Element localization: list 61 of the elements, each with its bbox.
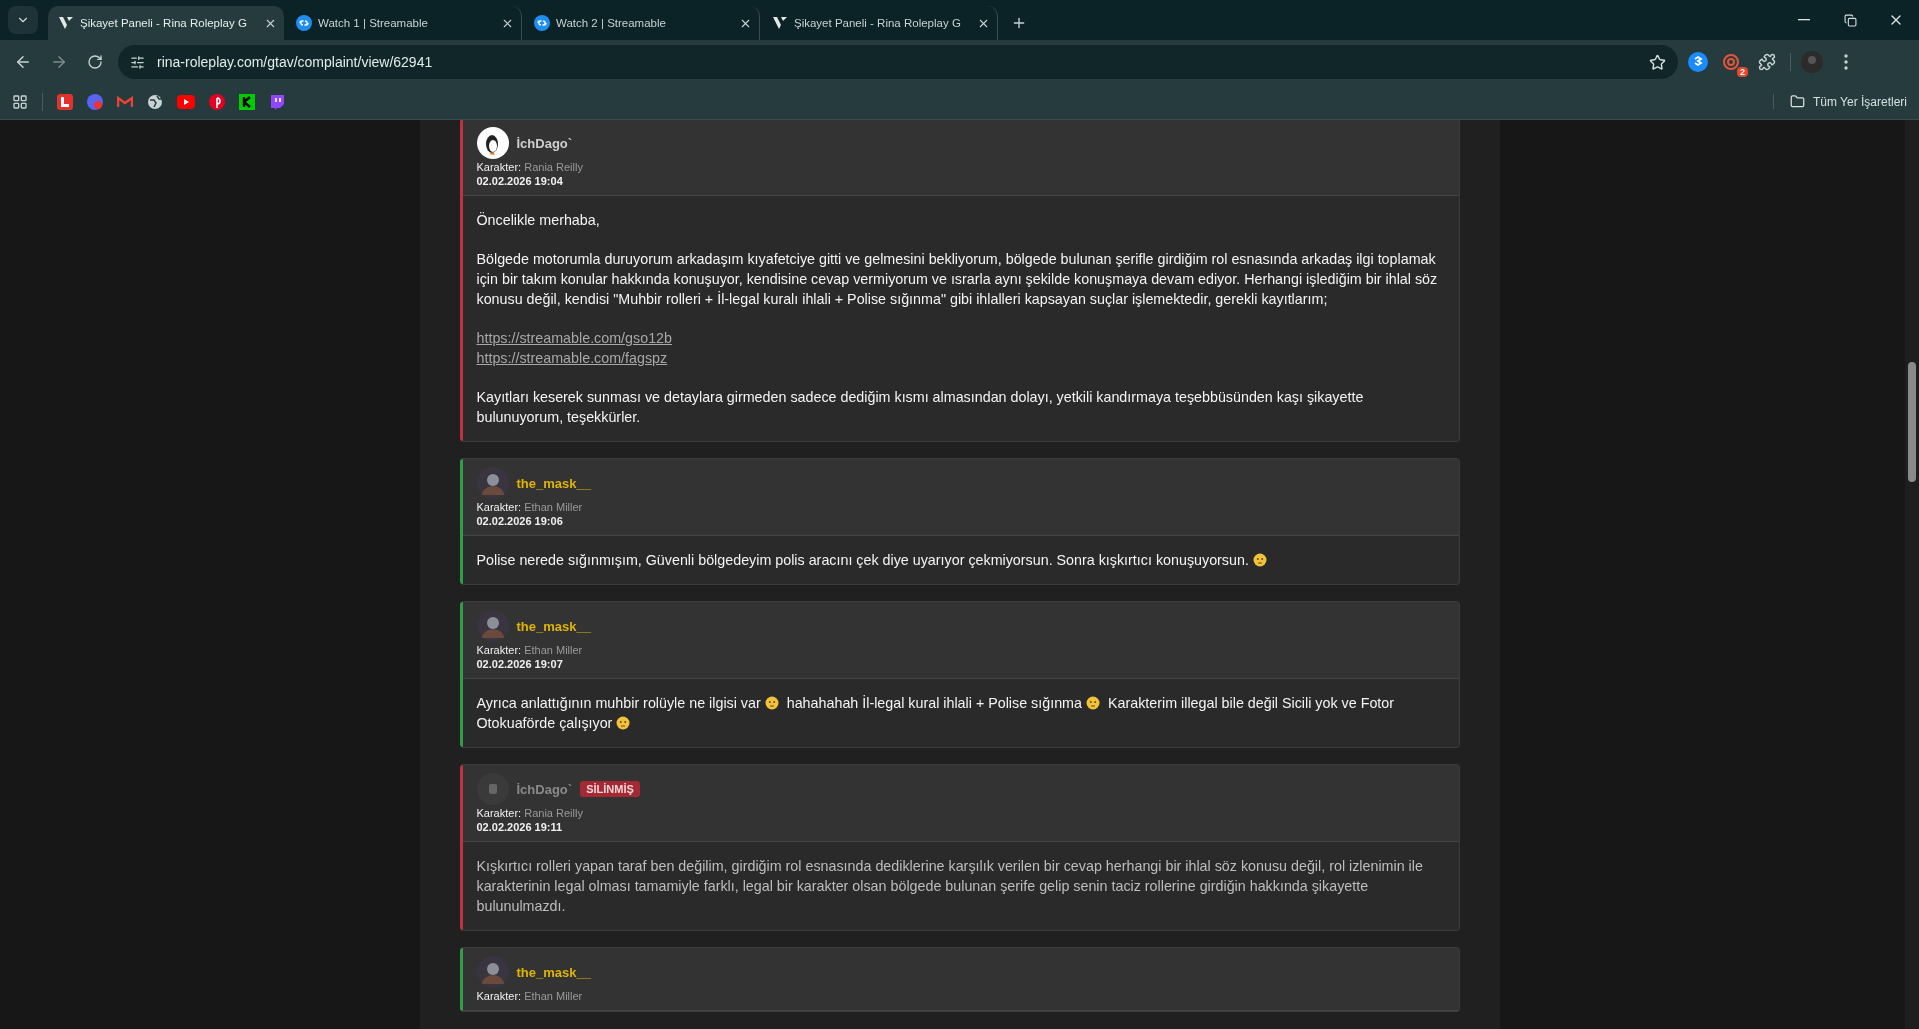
bookmark-icon[interactable] xyxy=(57,93,73,110)
arrow-right-icon xyxy=(50,53,68,71)
chain-link-icon xyxy=(534,15,550,31)
comment-text: Bölgede motorumla duruyorum arkadaşım kıyafetciye gitti ve gelmesini bekliyorum, bölgede bulunan şerifle girdiğim rol esnasında arkadaş ilgi toplamak için bir takım konular hakkında konuşuyor, kendisine cevap vermiyorum ve ısrarla aynı şekilde konuşmaya devam ediyor. Herhangi işlediğim bir ihlal söz konusu değil, kendisi "Muhbir rolleri + İl-legal kuralı ihlali + Polise sığınma" gibi ihlalleri kapsayan suçlar işlemektedir, gerekli kayıtlarım; xyxy=(476,250,1439,309)
logo-icon xyxy=(58,15,74,31)
comment-text: Kayıtları keserek sunması ve detaylara girmeden sadece dediğim kısmı almasından dolayı, yetkili kandırmaya teşebbüsünden kaşı şikayette bulunuyorum, teşekkürler. xyxy=(476,388,1365,427)
apps-icon[interactable] xyxy=(12,93,28,110)
bookmark-star-icon[interactable] xyxy=(1649,53,1666,71)
chain-link-icon xyxy=(296,15,312,31)
post-date: 02.02.2026 19:11 xyxy=(476,821,564,833)
reload-icon xyxy=(87,54,103,70)
placeholder-avatar xyxy=(476,773,509,805)
plus-icon xyxy=(1011,15,1027,31)
comment-text: Öncelikle merhaba, xyxy=(476,211,601,230)
comment-text: Kışkırtıcı rolleri yapan taraf ben değilim, girdiğim rol esnasında dediklerine karşılık verilen bir cevap herhangi bir ihlal söz konusu değil, rol izlenimin ile karakterinin legal olması tamamiyle farklı, legal bir karakter olsan bölgede bulunan şerife gelip senin taciz rollerine girdiğin hakkında şikayette bulunulmazdı. xyxy=(476,857,1424,916)
character-name: Karakter: Ethan Miller xyxy=(476,644,584,656)
site-info-icon[interactable] xyxy=(130,54,145,70)
author-name[interactable]: the_mask__ xyxy=(516,964,591,980)
character-name: Karakter: Rania Reilly xyxy=(476,161,584,173)
minimize-icon xyxy=(1798,19,1810,21)
folder-icon[interactable] xyxy=(1789,94,1805,109)
puzzle-icon xyxy=(1758,53,1776,71)
emoji-icon xyxy=(1086,696,1100,710)
scrollbar[interactable] xyxy=(1905,120,1919,1029)
browser-tab[interactable]: Şikayet Paneli - Rina Roleplay G xyxy=(48,6,284,40)
emoji-icon xyxy=(764,696,779,710)
penguin-avatar xyxy=(476,127,509,159)
mail-icon[interactable] xyxy=(117,93,133,110)
pin-icon[interactable] xyxy=(209,93,225,110)
user-avatar xyxy=(476,956,509,988)
menu-icon xyxy=(1844,54,1848,70)
extension-icon[interactable] xyxy=(1688,52,1708,72)
character-name: Karakter: Ethan Miller xyxy=(476,990,584,1002)
author-name[interactable]: the_mask__ xyxy=(516,618,591,634)
logo-icon xyxy=(772,15,788,31)
character-name: Karakter: Rania Reilly xyxy=(476,807,584,819)
user-avatar xyxy=(476,610,509,642)
author-name[interactable]: İchDago` xyxy=(516,781,573,797)
post-date: 02.02.2026 19:04 xyxy=(476,175,564,187)
character-name: Karakter: Ethan Miller xyxy=(476,501,584,513)
notification-badge: 2 xyxy=(1737,67,1748,77)
globe-icon[interactable] xyxy=(147,93,163,110)
video-link[interactable]: https://streamable.com/gso12b xyxy=(476,328,672,348)
comment-text: Polise nerede sığınmışım, Güvenli bölgedeyim polis aracını çek diye uyarıyor çekmiyorsun. Sonra kışkırtıcı konuşuyorsun. xyxy=(476,550,1443,570)
video-link[interactable]: https://streamable.com/fagspz xyxy=(476,348,668,368)
emoji-icon xyxy=(616,716,631,730)
post-date: 02.02.2026 19:07 xyxy=(476,658,564,670)
chat-bubble-icon[interactable] xyxy=(269,93,285,110)
all-bookmarks-link[interactable]: Tüm Yer İşaretleri xyxy=(1812,94,1907,109)
address-bar[interactable]: rina-roleplay.com/gtav/complaint/view/62941 xyxy=(118,45,1678,79)
user-avatar xyxy=(476,467,509,499)
swirl-icon xyxy=(1722,53,1740,71)
play-icon[interactable] xyxy=(177,94,195,109)
comment-text: Ayrıca anlattığının muhbir rolüyle ne ilgisi var hahahahah İl-legal kural ihlali + Polise sığınma Karakterim illegal bile değil Sicili yok ve Fotor Otokuaförde çalışıyor xyxy=(476,694,1396,733)
post-date: 02.02.2026 19:06 xyxy=(476,515,564,527)
author-name[interactable]: İchDago` xyxy=(516,135,573,151)
author-name[interactable]: the_mask__ xyxy=(516,475,591,491)
bookmark-icon[interactable] xyxy=(239,93,255,110)
restore-icon xyxy=(1843,13,1857,27)
emoji-icon xyxy=(1252,553,1267,567)
deleted-badge: SİLİNMİŞ xyxy=(580,781,640,797)
